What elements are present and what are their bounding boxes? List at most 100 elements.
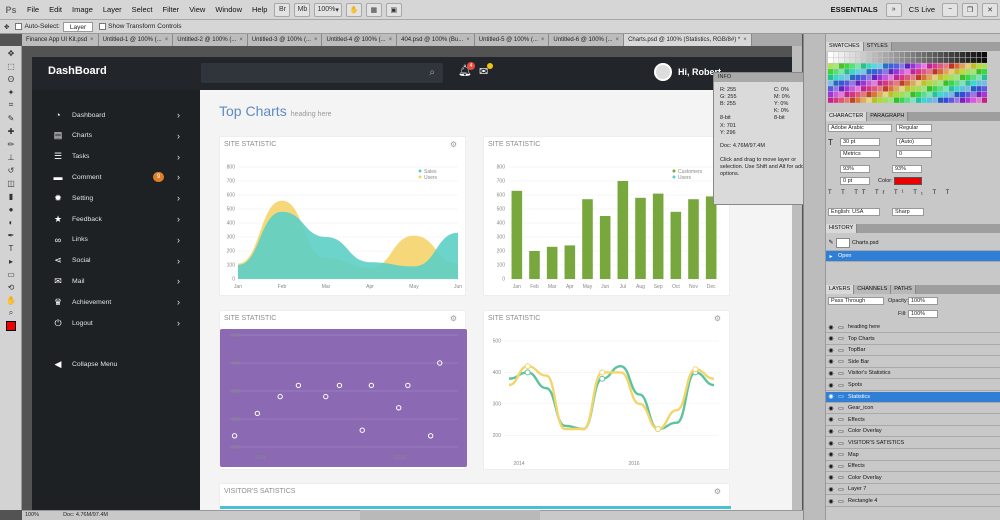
swatch[interactable] (960, 52, 965, 58)
swatch[interactable] (877, 97, 883, 103)
swatch[interactable] (828, 86, 833, 92)
swatch[interactable] (960, 86, 965, 92)
swatch[interactable] (861, 57, 866, 63)
tab-swatches[interactable]: SWATCHES (826, 42, 864, 51)
healing-tool-icon[interactable]: ✚ (2, 125, 20, 137)
swatch[interactable] (850, 57, 855, 63)
swatch[interactable] (872, 57, 877, 63)
type-tool-icon[interactable]: T (2, 242, 20, 254)
swatch[interactable] (927, 74, 932, 80)
swatch[interactable] (921, 52, 927, 58)
layer-row[interactable]: ◉ ▭ Effects (826, 415, 1000, 426)
magic-wand-tool-icon[interactable]: ✦ (2, 86, 20, 98)
eraser-tool-icon[interactable]: ◫ (2, 177, 20, 189)
swatch[interactable] (899, 97, 905, 103)
swatch[interactable] (921, 97, 927, 103)
swatch[interactable] (965, 97, 971, 103)
swatch[interactable] (916, 74, 921, 80)
history-step[interactable]: ▸ Open (826, 251, 1000, 262)
eyedropper-tool-icon[interactable]: ✎ (2, 112, 20, 124)
sidebar-item-achievement[interactable]: ♛ Achievement › (32, 293, 200, 311)
eye-icon[interactable]: ◉ (826, 428, 836, 435)
text-color-swatch[interactable] (894, 177, 922, 185)
swatch[interactable] (910, 86, 916, 92)
swatch[interactable] (921, 69, 927, 75)
pen-tool-icon[interactable]: ✒ (2, 229, 20, 241)
tab-paths[interactable]: PATHS (891, 285, 916, 294)
arrange-docs-button[interactable]: ▦ (365, 2, 382, 17)
swatch[interactable] (921, 74, 927, 80)
swatch[interactable] (965, 86, 971, 92)
show-transform-checkbox[interactable] (99, 23, 107, 30)
swatch[interactable] (888, 69, 894, 75)
swatch[interactable] (877, 86, 883, 92)
swatch[interactable] (899, 69, 905, 75)
sidebar-item-setting[interactable]: ✹ Setting › (32, 189, 200, 207)
swatch[interactable] (833, 57, 839, 63)
swatch[interactable] (894, 91, 899, 98)
layer-row[interactable]: ◉ ▭ Map (826, 450, 1000, 461)
sidebar-item-charts[interactable]: ▤ Charts › (32, 127, 200, 145)
swatch[interactable] (927, 69, 932, 75)
doc-tab[interactable]: Untitled-5 @ 100% (... × (474, 34, 550, 46)
swatch[interactable] (839, 86, 844, 92)
text-style-buttons[interactable]: T T TT Tr T¹ T₁ T T (828, 190, 953, 196)
swatch[interactable] (888, 86, 894, 92)
swatch[interactable] (866, 69, 872, 75)
swatch[interactable] (833, 69, 839, 75)
history-snapshot[interactable]: ✎ Charts.psd (826, 235, 1000, 251)
swatch[interactable] (976, 52, 982, 58)
layer-row[interactable]: ◉ ▭ VISITOR'S SATISTICS (826, 438, 1000, 449)
swatch[interactable] (916, 97, 921, 103)
layer-row[interactable]: ◉ ▭ Visitor's Statistics (826, 368, 1000, 380)
doc-tab[interactable]: Finance App UI Kit.psd × (22, 34, 99, 46)
swatch[interactable] (976, 57, 982, 63)
swatch[interactable] (894, 86, 899, 92)
swatch[interactable] (910, 57, 916, 63)
move-tool-icon[interactable]: ✥ (2, 47, 20, 59)
swatch[interactable] (954, 63, 960, 69)
swatch[interactable] (888, 80, 894, 86)
swatch[interactable] (965, 69, 971, 75)
swatch[interactable] (949, 97, 954, 103)
swatch[interactable] (828, 63, 833, 69)
swatch[interactable] (982, 57, 987, 63)
swatch[interactable] (850, 52, 855, 58)
swatch[interactable] (899, 74, 905, 80)
leading-field[interactable]: (Auto) (896, 138, 932, 146)
crop-tool-icon[interactable]: ⌗ (2, 99, 20, 111)
fill-field[interactable]: 100% (908, 310, 938, 318)
swatch[interactable] (960, 74, 965, 80)
3d-tool-icon[interactable]: ⟲ (2, 281, 20, 293)
doc-tab[interactable]: Untitled-3 @ 100% (... × (247, 34, 323, 46)
swatch[interactable] (833, 52, 839, 58)
swatch[interactable] (894, 63, 899, 69)
layer-row[interactable]: ◉ ▭ Effects (826, 461, 1000, 473)
swatch[interactable] (899, 91, 905, 98)
avatar[interactable] (654, 63, 672, 81)
search-input[interactable]: ⌕ (201, 63, 443, 83)
swatch[interactable] (982, 86, 987, 92)
blend-mode-select[interactable]: Pass Through (828, 297, 884, 305)
path-select-icon[interactable]: ▸ (2, 255, 20, 267)
swatch[interactable] (949, 57, 954, 63)
swatch[interactable] (965, 52, 971, 58)
sidebar-item-logout[interactable]: ⏻ Logout › (32, 314, 200, 332)
swatch[interactable] (982, 97, 987, 103)
layer-row[interactable]: ◉ ▭ Statistics (826, 391, 1000, 403)
doc-tab-active[interactable]: Charts.psd @ 100% (Statistics, RGB/8#) *… (624, 34, 752, 46)
auto-select-dropdown[interactable]: Layer (62, 21, 94, 32)
swatch[interactable] (938, 86, 943, 92)
zoom-select[interactable]: 100% ▾ (314, 2, 342, 17)
swatch[interactable] (927, 91, 932, 98)
screen-mode-button[interactable]: ▣ (385, 2, 402, 17)
restore-button[interactable]: ❐ (962, 2, 978, 17)
sidebar-item-tasks[interactable]: ☰ Tasks › (32, 148, 200, 166)
history-brush-icon[interactable]: ↺ (2, 164, 20, 176)
swatch[interactable] (949, 80, 954, 86)
swatch[interactable] (828, 97, 833, 103)
swatch[interactable] (872, 69, 877, 75)
tracking-field[interactable]: 0 (896, 150, 932, 158)
swatch[interactable] (828, 91, 833, 98)
swatch[interactable] (839, 57, 844, 63)
